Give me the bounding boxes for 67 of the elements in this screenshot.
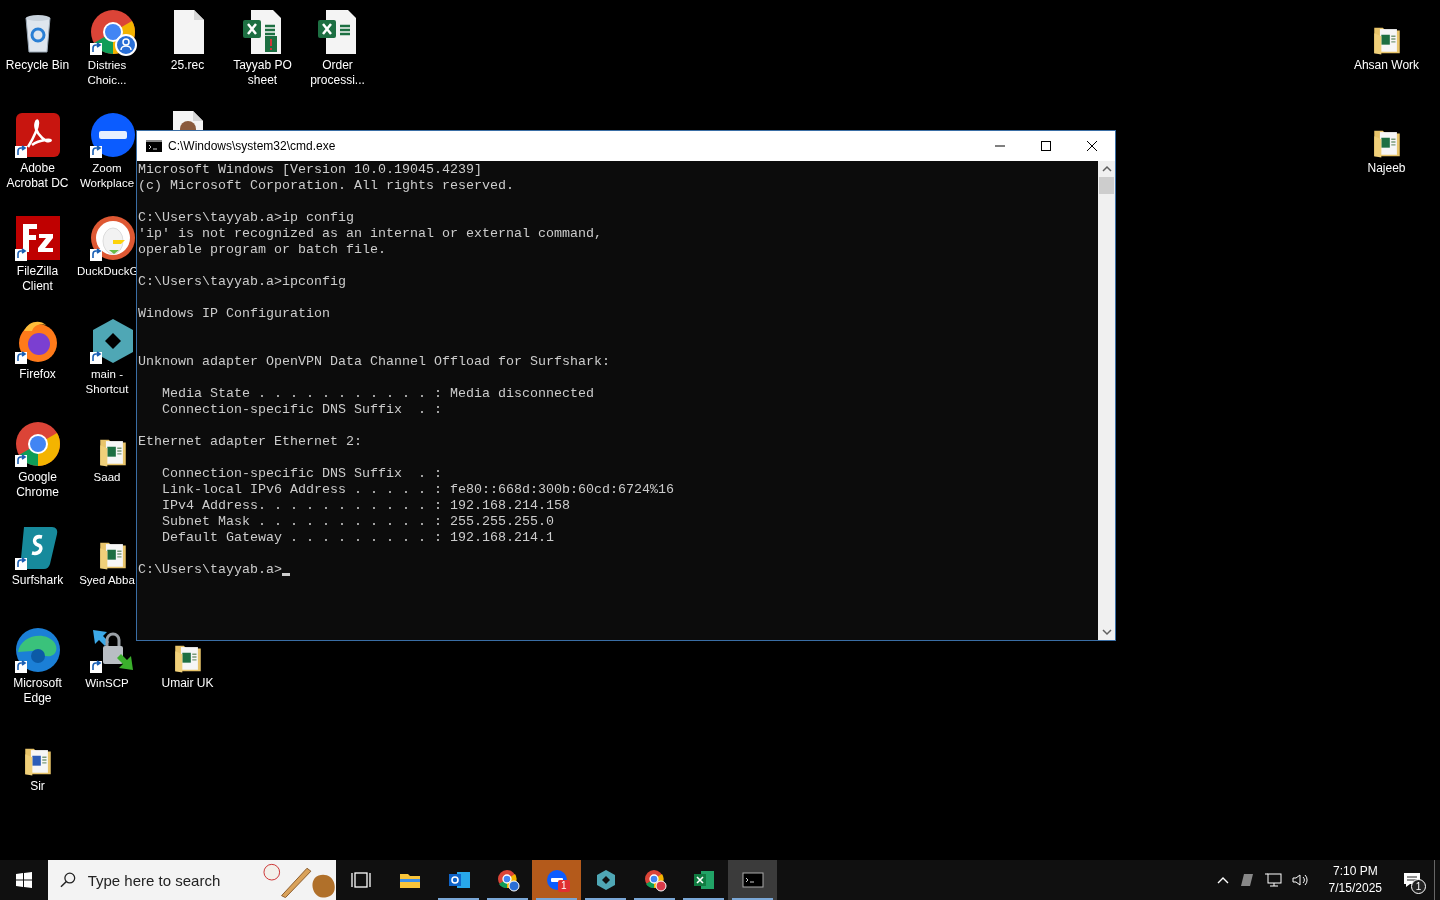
windows-logo-icon (16, 872, 32, 888)
chrome-profile-icon (495, 868, 520, 892)
notifications-button[interactable]: 1 (1392, 860, 1432, 900)
duckduckgo-icon[interactable] (88, 214, 137, 262)
console-line: 'ip' is not recognized as an internal or external command, (138, 226, 603, 242)
icon-label: Ahsan Work (1353, 58, 1420, 73)
excel-icon (691, 868, 716, 892)
icon-label: Microsoft Edge (12, 676, 63, 706)
console-line: Default Gateway . . . . . . . . . : 192.168.214.1 (161, 530, 555, 546)
icon-label: Saad (92, 470, 122, 485)
console-line: (c) Microsoft Corporation. All rights reserved. (138, 178, 515, 194)
volume-icon[interactable] (1290, 872, 1311, 888)
maximize-icon (1041, 141, 1051, 151)
image-file-icon[interactable] (172, 111, 203, 130)
notification-count: 1 (1411, 879, 1426, 894)
icon-label: Adobe Acrobat DC (5, 161, 70, 191)
console-line: Windows IP Configuration (138, 306, 331, 322)
icon-label: Tayyab PO sheet (232, 58, 293, 88)
scrollbar-thumb[interactable] (1099, 177, 1114, 194)
console-line: Microsoft Windows [Version 10.0.19045.4239] (138, 162, 483, 178)
icon-label: Surfshark (11, 573, 64, 588)
console-line: Connection-specific DNS Suffix . : (161, 402, 443, 418)
close-icon (1087, 141, 1097, 151)
console-line: C:\Users\tayyab.a>ipconfig (138, 274, 347, 290)
icon-label: 25.rec (170, 58, 205, 73)
search-icon (60, 872, 76, 888)
edge-icon[interactable] (13, 626, 62, 674)
icon-label: Firefox (19, 367, 56, 382)
console-icon (146, 140, 162, 152)
icon-label: FileZilla Client (15, 264, 60, 294)
console-line: Unknown adapter OpenVPN Data Channel Offload for Surfshark: (138, 354, 611, 370)
console-prompt: C:\Users\tayyab.a> (138, 562, 282, 578)
window-title: C:\Windows\system32\cmd.exe (168, 139, 337, 153)
console-line: Ethernet adapter Ethernet 2: (138, 434, 363, 450)
search-bar[interactable]: Type here to search (48, 860, 336, 900)
icon-label: Distries Choic... (86, 58, 128, 88)
icon-label: Sir (30, 779, 45, 794)
search-field[interactable]: Type here to search (87, 871, 258, 889)
cmd-button[interactable] (728, 860, 777, 900)
icon-label: WinSCP (84, 676, 130, 691)
zoom-button[interactable]: 1 (532, 860, 581, 900)
text-cursor (281, 573, 290, 576)
console-line: C:\Users\tayyab.a>ip config (138, 210, 355, 226)
icon-label: DuckDuckG (77, 264, 137, 277)
console-line: Subnet Mask . . . . . . . . . . . : 255.255.255.0 (161, 514, 555, 530)
chrome-icon[interactable] (13, 420, 62, 468)
icon-label: Syed Abba (78, 573, 136, 588)
console-line: Connection-specific DNS Suffix . : (161, 466, 443, 482)
console-line: Media State . . . . . . . . . . . : Media disconnected (161, 386, 595, 402)
icon-label: Zoom Workplace (78, 161, 136, 191)
network-icon[interactable] (1262, 872, 1283, 888)
icon-label: Najeeb (1367, 161, 1406, 176)
pdf-icon[interactable] (13, 111, 62, 159)
filezilla-icon[interactable] (13, 214, 62, 262)
icon-label: Google Chrome (15, 470, 60, 500)
browser-profile-icon (642, 868, 667, 892)
icon-label: Recycle Bin (5, 58, 70, 73)
console-line: operable program or batch file. (138, 242, 387, 258)
scrollbar[interactable] (1098, 161, 1115, 640)
notification-badge: 1 (558, 880, 570, 892)
clock[interactable]: 7:10 PM 7/15/2025 (1328, 863, 1382, 897)
console-line: IPv4 Address. . . . . . . . . . . : 192.168.214.158 (161, 498, 571, 514)
icon-label: Umair UK (161, 676, 214, 691)
icon-label: Order processi... (309, 58, 366, 88)
console-line: Link-local IPv6 Address . . . . . : fe80::668d:300b:60cd:6724%16 (161, 482, 675, 498)
icon-label: main - Shortcut (84, 367, 130, 397)
chrome-profile-icon[interactable] (88, 8, 137, 56)
